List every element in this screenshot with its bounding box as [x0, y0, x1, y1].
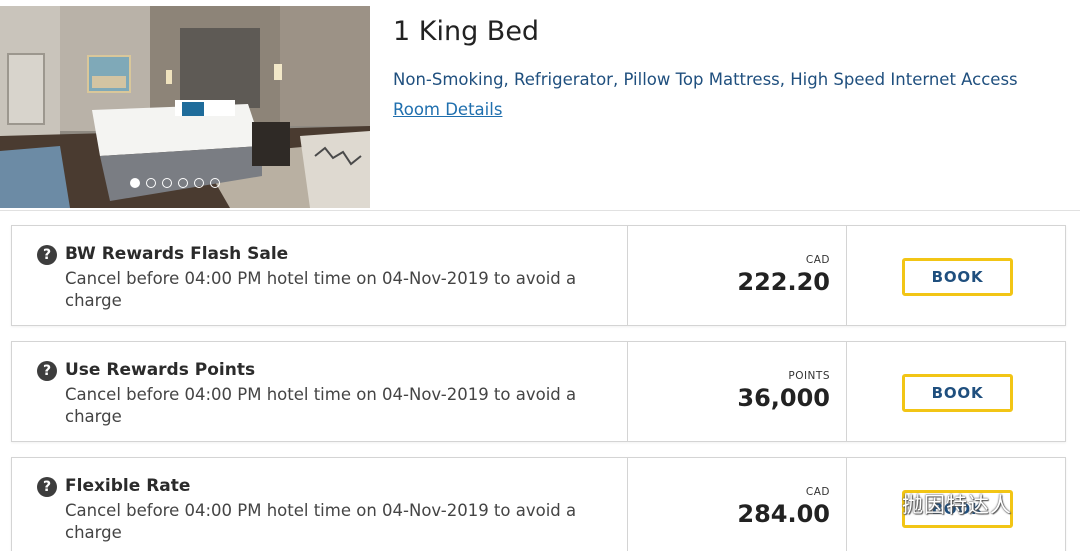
hotel-room-rates-page: 1 King Bed Non-Smoking, Refrigerator, Pi…	[0, 0, 1080, 551]
room-photo[interactable]	[0, 6, 370, 208]
carousel-dot[interactable]	[210, 178, 220, 188]
rate-book-cell: BOOK	[846, 458, 1065, 551]
rate-price: CAD 222.20	[627, 226, 846, 325]
carousel-dot[interactable]	[162, 178, 172, 188]
rate-info: ? Use Rewards Points Cancel before 04:00…	[12, 342, 627, 441]
help-icon[interactable]: ?	[37, 245, 57, 265]
carousel-dot[interactable]	[146, 178, 156, 188]
rate-price: CAD 284.00	[627, 458, 846, 551]
photo-carousel-dots	[130, 178, 220, 192]
price-currency: POINTS	[788, 370, 830, 382]
room-details-link[interactable]: Room Details	[393, 100, 502, 119]
rate-cancellation-policy: Cancel before 04:00 PM hotel time on 04-…	[65, 269, 577, 310]
rate-cancellation-policy: Cancel before 04:00 PM hotel time on 04-…	[65, 501, 577, 542]
carousel-dot[interactable]	[178, 178, 188, 188]
carousel-dot[interactable]	[130, 178, 140, 188]
price-value: 36,000	[737, 384, 830, 412]
rate-book-cell: BOOK	[846, 226, 1065, 325]
rate-row-use-rewards-points: ? Use Rewards Points Cancel before 04:00…	[11, 341, 1066, 442]
room-title: 1 King Bed	[393, 16, 540, 47]
room-amenities: Non-Smoking, Refrigerator, Pillow Top Ma…	[393, 70, 1018, 89]
price-currency: CAD	[805, 254, 830, 266]
rate-name: Use Rewards Points	[65, 360, 256, 380]
rate-row-flexible-rate: ? Flexible Rate Cancel before 04:00 PM h…	[11, 457, 1066, 551]
room-info: 1 King Bed Non-Smoking, Refrigerator, Pi…	[393, 14, 1073, 121]
rate-book-cell: BOOK	[846, 342, 1065, 441]
book-button[interactable]: BOOK	[902, 490, 1013, 528]
carousel-dot[interactable]	[194, 178, 204, 188]
room-card: 1 King Bed Non-Smoking, Refrigerator, Pi…	[0, 0, 1080, 211]
rate-name: BW Rewards Flash Sale	[65, 244, 289, 264]
help-icon[interactable]: ?	[37, 361, 57, 381]
rate-cancellation-policy: Cancel before 04:00 PM hotel time on 04-…	[65, 385, 577, 426]
book-button[interactable]: BOOK	[902, 258, 1013, 296]
rate-info: ? BW Rewards Flash Sale Cancel before 04…	[12, 226, 627, 325]
rate-name: Flexible Rate	[65, 476, 191, 496]
book-button[interactable]: BOOK	[902, 374, 1013, 412]
price-currency: CAD	[805, 486, 830, 498]
help-icon[interactable]: ?	[37, 477, 57, 497]
price-value: 222.20	[737, 268, 830, 296]
rate-price: POINTS 36,000	[627, 342, 846, 441]
rate-row-bw-rewards-flash-sale: ? BW Rewards Flash Sale Cancel before 04…	[11, 225, 1066, 326]
rate-info: ? Flexible Rate Cancel before 04:00 PM h…	[12, 458, 627, 551]
price-value: 284.00	[737, 500, 830, 528]
